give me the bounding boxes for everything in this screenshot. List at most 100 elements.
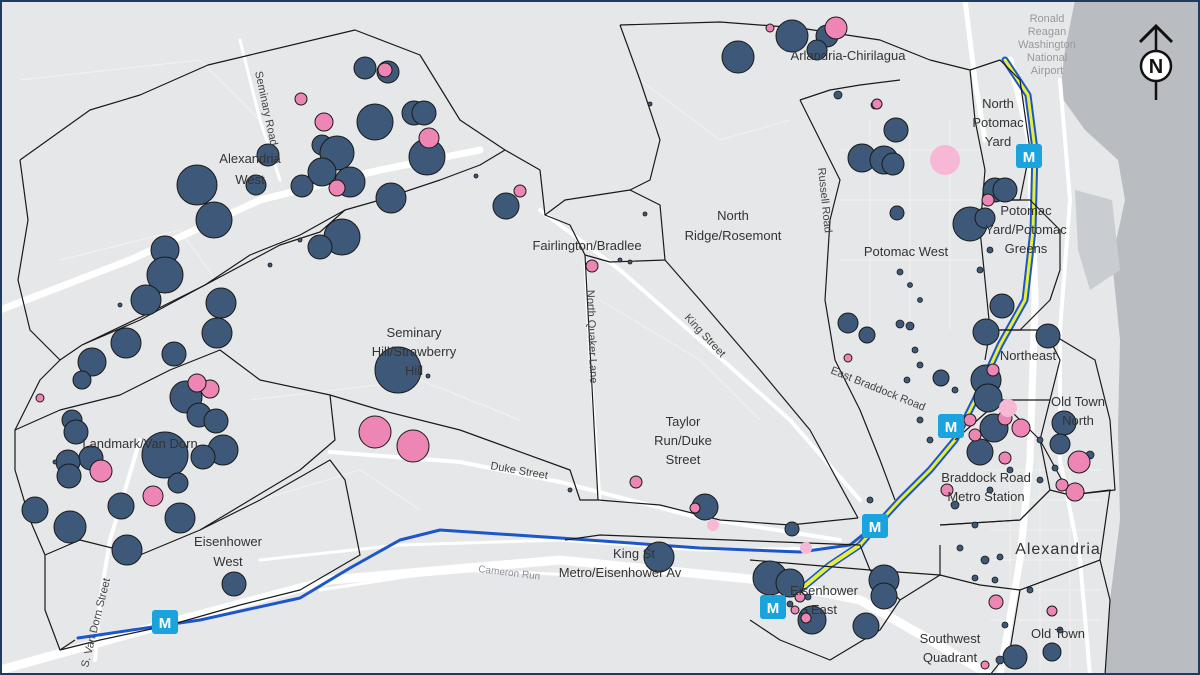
data-circle: [992, 177, 1018, 203]
data-circle: [201, 317, 233, 349]
data-circle: [932, 369, 950, 387]
label-eisenhower-west-2: West: [213, 554, 243, 569]
data-circle: [35, 393, 45, 403]
data-circle: [999, 399, 1017, 417]
data-circle: [377, 62, 393, 78]
data-circle: [294, 92, 308, 106]
metro-station-king-st-icon: M: [862, 514, 888, 538]
data-circle: [161, 341, 187, 367]
label-king-st-1: King St: [613, 546, 655, 561]
svg-text:Washington: Washington: [1018, 39, 1076, 51]
label-southwest-1: Southwest: [920, 631, 981, 646]
data-circle: [989, 293, 1015, 319]
metro-station-potomac-yard-icon: M: [1016, 144, 1042, 168]
data-circle: [111, 534, 143, 566]
data-circle: [981, 193, 995, 207]
data-circle: [930, 145, 960, 175]
label-taylor-1: Taylor: [666, 414, 701, 429]
data-circle: [358, 415, 392, 449]
data-circle: [176, 164, 218, 206]
label-potomac-west: Potomac West: [864, 244, 949, 259]
data-circle: [871, 98, 883, 110]
data-circle: [167, 472, 189, 494]
data-circle: [980, 660, 990, 670]
data-circle: [870, 582, 898, 610]
label-north-ridge-1: North: [717, 208, 749, 223]
label-north-ridge-2: Ridge/Rosemont: [685, 228, 782, 243]
city-label: Alexandria: [1015, 541, 1101, 558]
data-circle: [585, 259, 599, 273]
label-potomac-yard-1: Potomac: [1000, 203, 1052, 218]
data-circle: [1046, 605, 1058, 617]
label-seminary-1: Seminary: [387, 325, 442, 340]
data-circle: [203, 408, 229, 434]
data-circle: [765, 23, 775, 33]
data-circle: [221, 571, 247, 597]
data-circle: [513, 184, 527, 198]
data-circle: [881, 152, 905, 176]
data-circle: [790, 605, 800, 615]
data-circle: [837, 312, 859, 334]
data-circle: [883, 117, 909, 143]
data-circle: [968, 428, 982, 442]
data-circle: [824, 16, 848, 40]
svg-text:M: M: [869, 519, 882, 536]
data-circle: [164, 502, 196, 534]
label-eisenhower-west-1: Eisenhower: [194, 534, 263, 549]
label-eisenhower-east-1: Eisenhower: [790, 583, 859, 598]
metro-station-franconia-icon: M: [152, 610, 178, 634]
svg-text:M: M: [159, 615, 172, 632]
data-circle: [707, 519, 719, 531]
label-old-town-north-1: Old Town: [1051, 394, 1105, 409]
data-circle: [89, 459, 113, 483]
data-circle: [56, 463, 82, 489]
data-circle: [986, 363, 1000, 377]
data-circle: [187, 373, 207, 393]
label-seminary-2: Hill/Strawberry: [372, 344, 457, 359]
label-north-potomac-2: Potomac: [972, 115, 1024, 130]
data-circle: [396, 429, 430, 463]
data-circle: [721, 40, 755, 74]
label-taylor-2: Run/Duke: [654, 433, 712, 448]
data-circle: [418, 127, 440, 149]
svg-text:Airport: Airport: [1031, 65, 1063, 77]
label-braddock-2: Metro Station: [947, 489, 1024, 504]
label-north-potomac-1: North: [982, 96, 1014, 111]
label-northeast: Northeast: [1000, 348, 1057, 363]
label-north-potomac-3: Yard: [985, 134, 1012, 149]
data-circle: [142, 485, 164, 507]
neighborhood-map: Seminary Road North Quaker Lane King Str…: [0, 0, 1200, 675]
data-circle: [1067, 450, 1091, 474]
data-circle: [21, 496, 49, 524]
label-old-town-north-2: North: [1062, 413, 1094, 428]
metro-station-eisenhower-icon: M: [760, 595, 786, 619]
label-old-town: Old Town: [1031, 626, 1085, 641]
data-circle: [800, 612, 812, 624]
data-circle: [988, 594, 1004, 610]
data-circle: [784, 521, 800, 537]
data-circle: [195, 201, 233, 239]
label-arlandria: Arlandria-Chirilagua: [791, 48, 907, 63]
label-southwest-2: Quadrant: [923, 650, 978, 665]
data-circle: [1055, 478, 1069, 492]
svg-text:M: M: [767, 600, 780, 617]
label-seminary-3: Hill: [405, 363, 423, 378]
svg-text:Ronald: Ronald: [1030, 13, 1065, 25]
svg-text:N: N: [1149, 56, 1163, 78]
data-circle: [205, 287, 237, 319]
data-circle: [629, 475, 643, 489]
data-circle: [314, 112, 334, 132]
data-circle: [411, 100, 437, 126]
data-circle: [107, 492, 135, 520]
metro-station-braddock-icon: M: [938, 414, 964, 438]
label-potomac-yard-2: Yard/Potomac: [985, 222, 1067, 237]
label-braddock-1: Braddock Road: [941, 470, 1031, 485]
svg-text:M: M: [945, 419, 958, 436]
data-circle: [1065, 482, 1085, 502]
data-circle: [1042, 642, 1062, 662]
data-circle: [1002, 644, 1028, 670]
data-circle: [110, 327, 142, 359]
data-circle: [972, 318, 1000, 346]
svg-text:National: National: [1027, 52, 1067, 64]
data-circle: [973, 383, 1003, 413]
